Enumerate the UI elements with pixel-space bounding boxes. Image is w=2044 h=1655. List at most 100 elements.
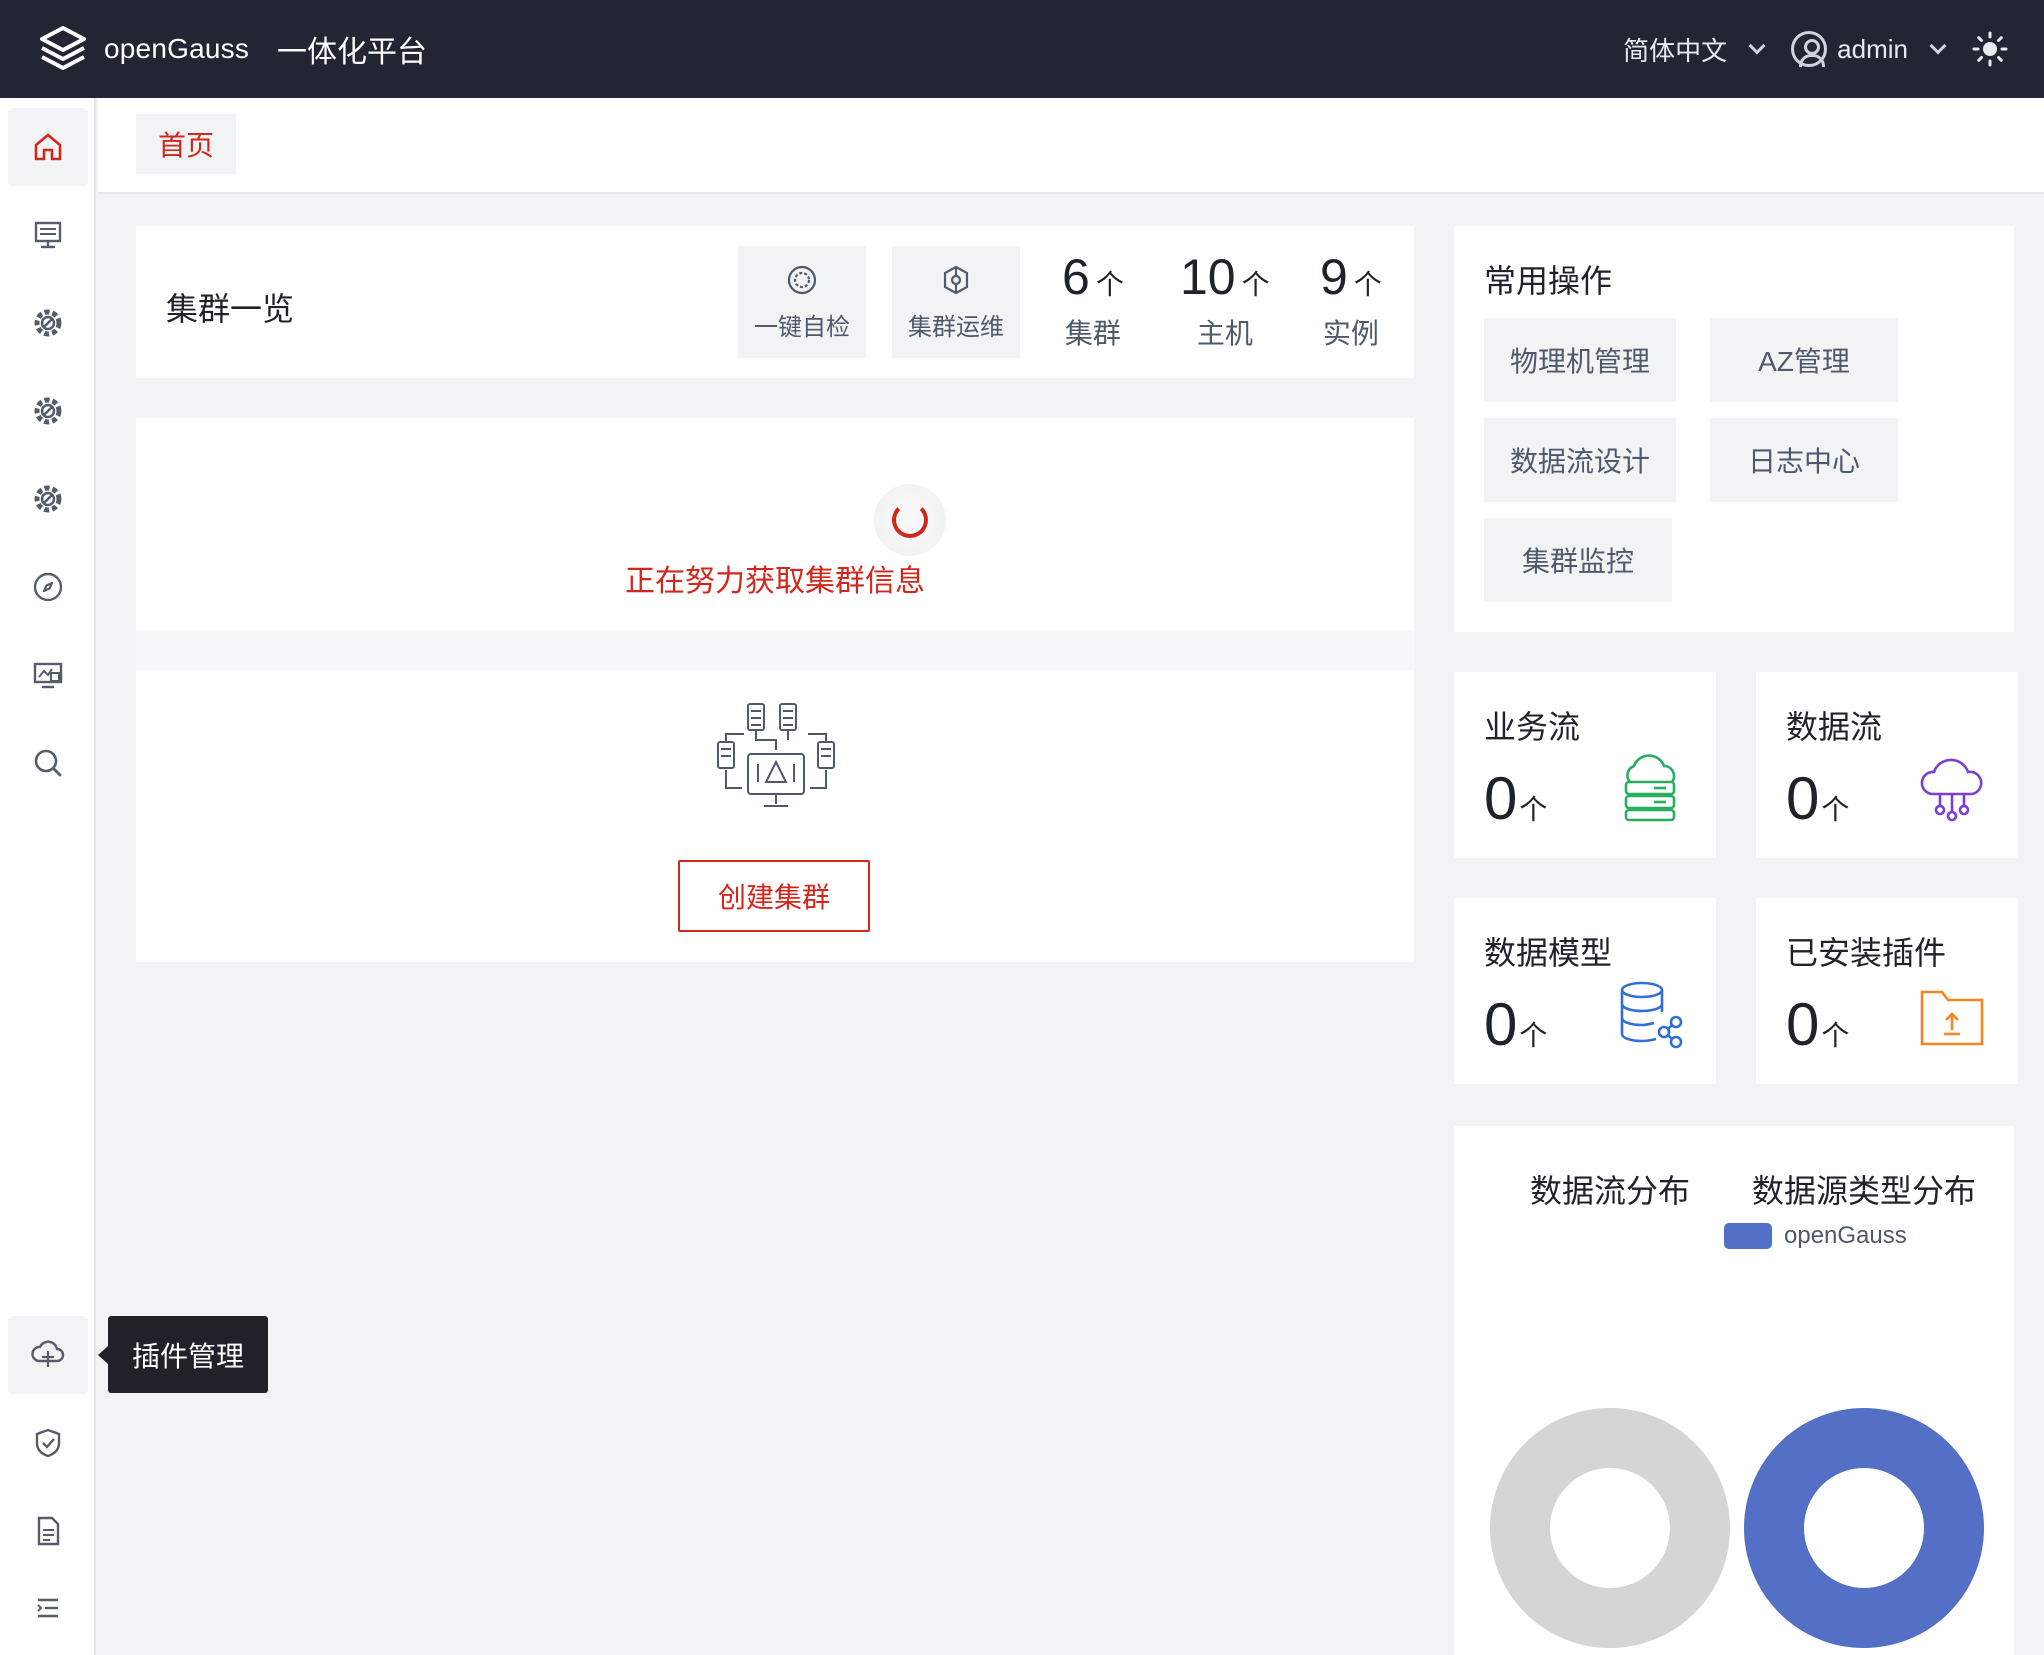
- empty-cluster-card: 创建集群: [136, 670, 1414, 962]
- sidebar: [0, 98, 96, 1655]
- chevron-down-icon: [1748, 37, 1766, 55]
- distribution-donuts: [1490, 1408, 1984, 1648]
- document-icon: [37, 1516, 60, 1546]
- cluster-illustration-icon: [717, 703, 835, 807]
- self-check-icon: [787, 265, 817, 294]
- legend-swatch: [1724, 1223, 1772, 1249]
- stat-value: 9: [1320, 249, 1348, 305]
- metric-unit: 个: [1821, 1020, 1850, 1051]
- shield-check-icon: [35, 1428, 61, 1458]
- folder-upload-icon: [1920, 990, 1984, 1046]
- op-physical-machine[interactable]: 物理机管理: [1484, 318, 1676, 402]
- sidebar-item-plugins[interactable]: [8, 1316, 88, 1394]
- stat-label: 集群: [1064, 318, 1121, 349]
- plugin-cloud-icon: [31, 1340, 65, 1367]
- metric-value: 0: [1786, 765, 1820, 832]
- gear-wrench-icon: [34, 485, 62, 513]
- metric-data-model[interactable]: 数据模型 0个: [1454, 898, 1716, 1084]
- metric-value: 0: [1484, 765, 1518, 832]
- user-avatar-icon: [1791, 31, 1828, 67]
- self-check-button[interactable]: 一键自检: [738, 246, 866, 358]
- chevron-down-icon: [1929, 37, 1947, 55]
- chart-legend[interactable]: openGauss: [1724, 1222, 1907, 1250]
- metric-title: 数据模型: [1484, 935, 1613, 971]
- loading-spinner-icon: [892, 502, 928, 538]
- theme-toggle-icon[interactable]: [1972, 31, 2008, 67]
- sidebar-collapse-toggle[interactable]: [8, 1576, 88, 1640]
- cluster-ops-label: 集群运维: [908, 313, 1004, 341]
- legend-label: openGauss: [1784, 1222, 1907, 1249]
- ops-title: 常用操作: [1484, 263, 1613, 299]
- self-check-label: 一键自检: [754, 313, 850, 341]
- metric-installed-plugins[interactable]: 已安装插件 0个: [1756, 898, 2018, 1084]
- distribution-card: 数据流分布 数据源类型分布 openGauss: [1454, 1126, 2014, 1655]
- user-name: admin: [1837, 33, 1908, 64]
- metric-unit: 个: [1519, 1020, 1548, 1051]
- sidebar-item-ops-3[interactable]: [8, 460, 88, 538]
- sidebar-item-resources[interactable]: [8, 196, 88, 274]
- cluster-ops-icon: [943, 265, 969, 294]
- sidebar-item-security[interactable]: [8, 1404, 88, 1482]
- metric-unit: 个: [1519, 794, 1548, 825]
- logo-text: openGauss: [104, 33, 250, 64]
- gear-wrench-icon: [34, 309, 62, 337]
- database-share-icon: [1620, 981, 1683, 1049]
- tab-home[interactable]: 首页: [136, 114, 236, 174]
- language-label: 简体中文: [1623, 35, 1728, 66]
- user-menu[interactable]: admin: [1791, 31, 1950, 67]
- stat-hosts[interactable]: 10 个 主机: [1180, 248, 1270, 352]
- opengauss-logo-icon: [40, 26, 86, 70]
- sidebar-item-monitor[interactable]: [8, 636, 88, 714]
- stat-instances[interactable]: 9个 实例: [1320, 248, 1382, 352]
- stat-unit: 个: [1353, 269, 1382, 300]
- monitor-icon: [34, 221, 62, 249]
- search-icon: [34, 749, 62, 777]
- donut-slice-opengauss[interactable]: [1744, 1408, 1984, 1648]
- sidebar-item-ops-2[interactable]: [8, 372, 88, 450]
- create-cluster-button[interactable]: 创建集群: [678, 860, 870, 932]
- op-dataflow-design[interactable]: 数据流设计: [1484, 418, 1676, 502]
- stat-unit: 个: [1095, 269, 1124, 300]
- op-cluster-monitor[interactable]: 集群监控: [1484, 518, 1672, 602]
- op-az-management[interactable]: AZ管理: [1710, 318, 1898, 402]
- cluster-overview-card: 集群一览 一键自检 集群运维 6个 集群 10 个 主机 9个 实例: [136, 226, 1414, 378]
- stat-unit: 个: [1241, 269, 1270, 300]
- tab-bar: 首页: [98, 98, 2044, 194]
- language-select[interactable]: 简体中文: [1623, 31, 1769, 68]
- stat-value: 6: [1062, 249, 1090, 305]
- divider: [136, 630, 1414, 670]
- cluster-ops-button[interactable]: 集群运维: [892, 246, 1020, 358]
- metric-unit: 个: [1821, 794, 1850, 825]
- sidebar-item-ops-1[interactable]: [8, 284, 88, 362]
- metric-title: 数据流: [1786, 709, 1883, 745]
- metric-data-flow[interactable]: 数据流 0个: [1756, 672, 2018, 858]
- metric-title: 已安装插件: [1786, 935, 1947, 971]
- sidebar-item-docs[interactable]: [8, 1492, 88, 1570]
- dashboard-screen-icon: [33, 662, 63, 689]
- sidebar-item-navigate[interactable]: [8, 548, 88, 626]
- metric-title: 业务流: [1484, 709, 1581, 745]
- sidebar-tooltip: 插件管理: [98, 1316, 268, 1393]
- sidebar-item-search[interactable]: [8, 724, 88, 802]
- metric-business-flow[interactable]: 业务流 0个: [1454, 672, 1716, 858]
- cluster-loading-card: 正在努力获取集群信息: [136, 418, 1414, 630]
- metric-value: 0: [1786, 991, 1820, 1058]
- overview-title: 集群一览: [166, 291, 295, 327]
- chart-title-dataflow: 数据流分布: [1530, 1173, 1691, 1209]
- metric-value: 0: [1484, 991, 1518, 1058]
- stat-value: 10: [1180, 249, 1236, 305]
- home-icon: [34, 133, 62, 161]
- sidebar-item-home[interactable]: [8, 108, 88, 186]
- stat-clusters[interactable]: 6个 集群: [1062, 248, 1124, 352]
- app-title: 一体化平台: [277, 36, 428, 69]
- top-header: openGauss 一体化平台 简体中文 admin: [0, 0, 2044, 98]
- op-log-center[interactable]: 日志中心: [1710, 418, 1898, 502]
- stat-label: 主机: [1196, 318, 1253, 349]
- donut-dataflow-empty: [1490, 1408, 1730, 1648]
- stat-label: 实例: [1322, 318, 1379, 349]
- cloud-server-icon: [1624, 754, 1676, 822]
- common-operations-card: 常用操作 物理机管理 AZ管理 数据流设计 日志中心 集群监控: [1454, 226, 2014, 632]
- app-logo[interactable]: openGauss 一体化平台: [36, 22, 427, 76]
- compass-icon: [33, 572, 63, 602]
- gear-wrench-icon: [34, 397, 62, 425]
